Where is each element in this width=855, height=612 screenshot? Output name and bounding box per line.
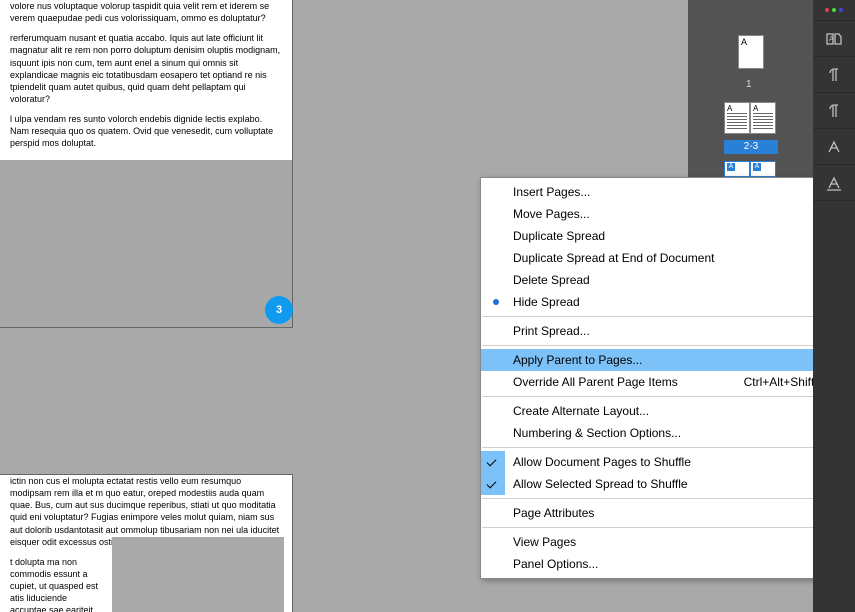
menu-item-label: Page Attributes [513,506,594,520]
menu-item-label: Apply Parent to Pages... [513,353,642,367]
menu-item-allow-document-pages-to-shuffle[interactable]: Allow Document Pages to Shuffle [481,451,855,473]
body-text: t dolupta ma non commodis essunt a cupie… [10,556,105,612]
pages-context-menu: Insert Pages... Move Pages... Duplicate Sp… [480,177,855,579]
menu-item-label: Allow Selected Spread to Shuffle [513,477,688,491]
spread-label-selected: 2-3 [724,140,778,154]
glyph-icon[interactable] [813,129,855,165]
menu-item-duplicate-spread[interactable]: Duplicate Spread [481,225,855,247]
spread-4-5-thumb[interactable]: A A [724,161,778,177]
menu-item-panel-options[interactable]: Panel Options... [481,553,855,575]
menu-item-page-attributes[interactable]: Page Attributes [481,502,855,524]
menu-item-override-all-parent-page-items[interactable]: Override All Parent Page ItemsCtrl+Alt+S… [481,371,855,393]
body-text: rerferumquam nusant et quatia accabo. Iq… [10,32,282,105]
menu-separator [482,316,855,317]
page-parent-tag: A [727,104,732,113]
check-icon [481,451,505,473]
menu-item-label: Duplicate Spread at End of Document [513,251,714,265]
right-dock: A [813,0,855,612]
menu-item-duplicate-spread-at-end-of-document[interactable]: Duplicate Spread at End of Document [481,247,855,269]
menu-separator [482,447,855,448]
menu-item-label: View Pages [513,535,576,549]
menu-item-label: Print Spread... [513,324,590,338]
page-parent-tag: A [727,163,735,171]
menu-item-delete-spread[interactable]: Delete Spread [481,269,855,291]
pages-panel[interactable]: A 1 A A 2-3 A A [688,0,813,180]
menu-item-numbering-section-options[interactable]: Numbering & Section Options... [481,422,855,444]
menu-separator [482,527,855,528]
menu-item-print-spread[interactable]: Print Spread... [481,320,855,342]
menu-item-label: Allow Document Pages to Shuffle [513,455,691,469]
menu-item-label: Numbering & Section Options... [513,426,681,440]
page-parent-tag: A [753,163,761,171]
menu-item-label: Delete Spread [513,273,590,287]
menu-item-label: Override All Parent Page Items [513,375,678,389]
menu-item-label: Create Alternate Layout... [513,404,649,418]
menu-separator [482,345,855,346]
document-page-3: volore nus voluptaque volorup taspidit q… [0,0,292,327]
app-root: volore nus voluptaque volorup taspidit q… [0,0,855,612]
check-icon [481,473,505,495]
page-3-lower-area [0,160,292,327]
svg-text:A: A [829,36,834,43]
page-parent-tag: A [753,104,758,113]
menu-item-label: Move Pages... [513,207,590,221]
body-text: volore nus voluptaque volorup taspidit q… [10,0,282,24]
menu-item-label: Panel Options... [513,557,598,571]
menu-item-insert-pages[interactable]: Insert Pages... [481,181,855,203]
menu-item-create-alternate-layout[interactable]: Create Alternate Layout... [481,400,855,422]
spread-2-3-thumb[interactable]: A A [724,102,778,134]
menu-item-label: Insert Pages... [513,185,590,199]
character-styles-icon[interactable] [813,93,855,129]
menu-separator [482,498,855,499]
body-text: l ulpa vendam res sunto volorch endebis … [10,113,282,149]
menu-separator [482,396,855,397]
menu-item-apply-parent-to-pages[interactable]: Apply Parent to Pages... [481,349,855,371]
placed-image [112,537,284,612]
bullet-icon [493,299,499,305]
menu-item-label: Hide Spread [513,295,580,309]
cc-libraries-icon[interactable]: A [813,21,855,57]
parent-page-label: 1 [746,79,752,90]
menu-item-label: Duplicate Spread [513,229,605,243]
character-icon[interactable] [813,165,855,201]
parent-letter: A [741,37,747,47]
document-page-5: ictin non cus el molupta ectatat restis … [0,475,292,612]
help-badge[interactable]: 3 [265,296,293,324]
color-icon[interactable] [813,0,855,21]
menu-item-allow-selected-spread-to-shuffle[interactable]: Allow Selected Spread to Shuffle [481,473,855,495]
menu-item-move-pages[interactable]: Move Pages... [481,203,855,225]
menu-item-hide-spread[interactable]: Hide Spread [481,291,855,313]
menu-item-view-pages[interactable]: View Pages [481,531,855,553]
paragraph-styles-icon[interactable] [813,57,855,93]
parent-page-thumb[interactable]: A [738,35,764,69]
